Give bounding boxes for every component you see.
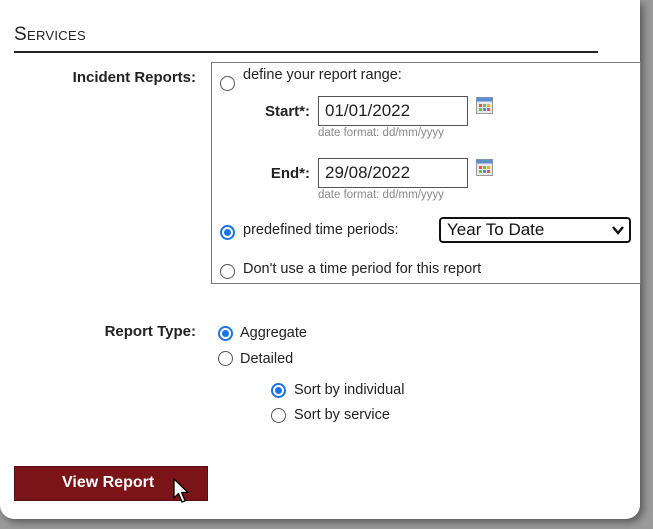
- define-range-label: define your report range:: [243, 67, 402, 83]
- no-time-period-radio[interactable]: [220, 264, 235, 279]
- predefined-period-label: predefined time periods:: [243, 222, 399, 238]
- detailed-label: Detailed: [240, 351, 294, 367]
- aggregate-label: Aggregate: [240, 325, 307, 341]
- end-label: End*:: [270, 165, 310, 182]
- time-period-selected-value: Year To Date: [447, 220, 545, 239]
- section-title: Services: [14, 24, 86, 45]
- end-date-input[interactable]: [318, 158, 468, 188]
- start-label: Start*:: [264, 103, 310, 120]
- aggregate-radio[interactable]: [218, 326, 233, 341]
- predefined-period-radio[interactable]: [220, 225, 235, 240]
- define-range-radio[interactable]: [220, 76, 235, 91]
- start-date-input[interactable]: [318, 96, 468, 126]
- no-time-period-label: Don't use a time period for this report: [243, 261, 482, 277]
- mouse-pointer-icon: [173, 478, 189, 503]
- report-type-label: Report Type:: [104, 323, 196, 340]
- calendar-icon[interactable]: [476, 97, 493, 114]
- sort-by-individual-radio[interactable]: [271, 383, 286, 398]
- start-date-hint: date format: dd/mm/yyyy: [318, 127, 444, 139]
- services-panel: Services Incident Reports: define your r…: [0, 0, 641, 519]
- sort-by-service-label: Sort by service: [294, 407, 390, 423]
- detailed-radio[interactable]: [218, 351, 233, 366]
- section-divider: [14, 51, 598, 53]
- sort-by-individual-label: Sort by individual: [294, 382, 405, 398]
- chevron-down-icon: [612, 226, 624, 235]
- calendar-icon[interactable]: [476, 159, 493, 176]
- incident-reports-label: Incident Reports:: [72, 69, 196, 86]
- end-date-hint: date format: dd/mm/yyyy: [318, 189, 444, 201]
- time-period-select[interactable]: Year To Date: [439, 217, 631, 243]
- sort-by-service-radio[interactable]: [271, 408, 286, 423]
